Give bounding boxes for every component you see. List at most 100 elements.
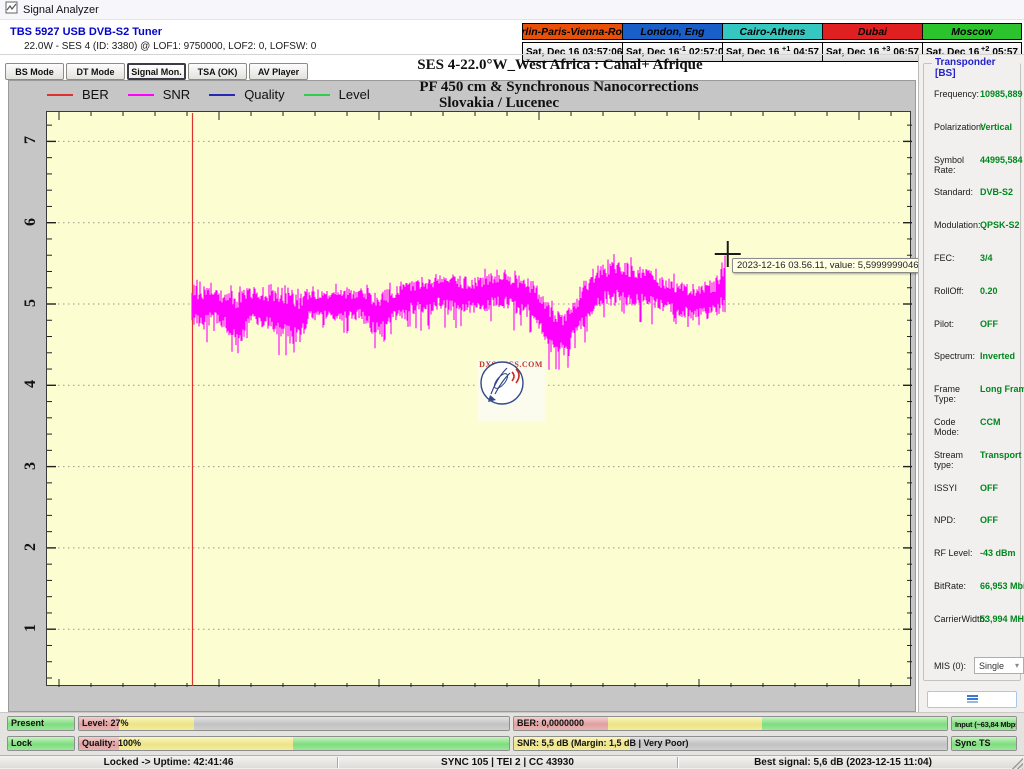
chart-container: PF 450 cm & Synchronous Nanocorrections … — [8, 80, 916, 712]
list-icon — [967, 695, 978, 705]
field-value: DVB-S2 — [980, 187, 1013, 201]
watermark-logo: DXSATCS.COM — [477, 360, 545, 422]
input-rate: Input (~63,84 Mbps) — [951, 716, 1017, 731]
mis-label: MIS (0): — [934, 661, 974, 671]
transponder-field-rolloff-: RollOff:0.20 — [934, 286, 1024, 300]
tab-dt-mode[interactable]: DT Mode — [66, 63, 125, 80]
quality-bar: Quality: 100% — [78, 736, 510, 751]
field-label: Polarization: — [934, 122, 980, 136]
chart-legend: BERSNRQualityLevel — [47, 87, 380, 102]
field-value: 0.20 — [980, 286, 998, 300]
status-sync-counters: SYNC 105 | TEI 2 | CC 43930 — [338, 756, 677, 769]
field-label: FEC: — [934, 253, 980, 267]
sync-ts-label: Sync TS — [955, 738, 991, 748]
snr-bar-label: SNR: 5,5 dB (Margin: 1,5 dB | Very Poor) — [517, 738, 689, 748]
tuner-details: 22.0W - SES 4 (ID: 3380) @ LOF1: 9750000… — [24, 41, 316, 52]
mis-dropdown[interactable]: Single ▾ — [974, 657, 1024, 674]
transponder-field-carrierwidth-: CarrierWidth:53,994 MHz — [934, 614, 1024, 628]
bar-segment-yellow — [119, 717, 194, 730]
lock-indicator: Lock — [7, 736, 75, 751]
field-label: CarrierWidth: — [934, 614, 980, 628]
field-value: QPSK-S2 — [980, 220, 1020, 234]
header-separator — [0, 54, 1024, 55]
transponder-field-issyi: ISSYIOFF — [934, 483, 1024, 497]
transponder-field-bitrate-: BitRate:66,953 Mbit/s — [934, 581, 1024, 595]
signal-bars-zone: Present Level: 27% BER: 0,0000000 Input (~6… — [0, 712, 1024, 755]
field-label: Code Mode: — [934, 417, 980, 431]
transponder-panel: Transponder [BS] Frequency:10985,889 MHz… — [918, 55, 1024, 712]
clock-3: Dubai Sat, Dec 16+306:57 — [822, 23, 922, 62]
field-value: Long Frame — [980, 384, 1024, 398]
bar-segment-green — [762, 717, 947, 730]
y-tick-label-3: 3 — [22, 457, 40, 475]
tab-av-player[interactable]: AV Player — [249, 63, 308, 80]
legend-label-ber: BER — [82, 87, 109, 102]
field-label: Pilot: — [934, 319, 980, 333]
app-icon — [5, 1, 18, 19]
status-bar: Locked -> Uptime: 42:41:46 SYNC 105 | TE… — [0, 755, 1024, 768]
bar-segment-gray — [194, 717, 509, 730]
legend-label-snr: SNR — [163, 87, 190, 102]
chevron-down-icon: ▾ — [1015, 661, 1019, 670]
mis-selected-value: Single — [979, 661, 1004, 671]
bar-segment-yellow — [608, 717, 762, 730]
plot-area[interactable]: DXSATCS.COM — [46, 111, 911, 686]
clock-city: Dubai — [822, 23, 922, 40]
tab-tsa-ok-[interactable]: TSA (OK) — [188, 63, 247, 80]
present-indicator-label: Present — [11, 718, 44, 728]
y-tick-label-2: 2 — [22, 538, 40, 556]
field-label: RF Level: — [934, 548, 980, 562]
field-value: OFF — [980, 319, 998, 333]
legend-label-level: Level — [339, 87, 370, 102]
level-bar-label: Level: 27% — [82, 718, 129, 728]
tab-signal-mon-[interactable]: Signal Mon. — [127, 63, 186, 80]
clock-time: Sat, Dec 16+306:57 — [822, 42, 922, 62]
transponder-field-spectrum-: Spectrum:Inverted — [934, 351, 1024, 365]
transponder-field-symbol-rate-: Symbol Rate:44995,584 KS/s — [934, 155, 1024, 169]
field-value: CCM — [980, 417, 1001, 431]
transponder-field-code-mode-: Code Mode:CCM — [934, 417, 1024, 431]
cursor-tooltip: 2023-12-16 03.56.11, value: 5,5999999046… — [732, 258, 945, 273]
legend-dash-ber — [47, 94, 73, 96]
field-label: BitRate: — [934, 581, 980, 595]
field-value: 66,953 Mbit/s — [980, 581, 1024, 595]
transponder-field-frame-type-: Frame Type:Long Frame — [934, 384, 1024, 398]
present-indicator: Present — [7, 716, 75, 731]
field-label: ISSYI — [934, 483, 980, 497]
clock-city: Moscow — [922, 23, 1022, 40]
y-tick-label-1: 1 — [22, 619, 40, 637]
snr-bar: SNR: 5,5 dB (Margin: 1,5 dB | Very Poor) — [513, 736, 948, 751]
transponder-groupbox: Transponder [BS] Frequency:10985,889 MHz… — [923, 63, 1021, 681]
legend-dash-quality — [209, 94, 235, 96]
field-label: Symbol Rate: — [934, 155, 980, 169]
resize-grip[interactable] — [1011, 757, 1023, 769]
y-tick-label-6: 6 — [22, 213, 40, 231]
field-value: OFF — [980, 483, 998, 497]
transponder-title: Transponder [BS] — [932, 57, 1020, 79]
input-rate-label: Input (~63,84 Mbps) — [955, 720, 1017, 729]
window-title: Signal Analyzer — [23, 4, 99, 16]
signal-analyzer-window: Signal Analyzer TBS 5927 USB DVB-S2 Tune… — [0, 0, 1024, 768]
mis-row: MIS (0): Single ▾ — [934, 657, 1024, 674]
y-tick-label-7: 7 — [22, 131, 40, 149]
status-uptime: Locked -> Uptime: 42:41:46 — [0, 756, 337, 769]
window-titlebar: Signal Analyzer — [0, 0, 1024, 20]
sync-ts: Sync TS — [951, 736, 1017, 751]
level-bar: Level: 27% — [78, 716, 510, 731]
tuner-name: TBS 5927 USB DVB-S2 Tuner — [10, 26, 162, 38]
tab-bs-mode[interactable]: BS Mode — [5, 63, 64, 80]
clock-city: Cairo-Athens — [722, 23, 822, 40]
field-value: 44995,584 KS/s — [980, 155, 1024, 169]
transport-stream-button[interactable] — [927, 691, 1017, 708]
transponder-field-modulation-: Modulation:QPSK-S2 — [934, 220, 1024, 234]
field-value: 3/4 — [980, 253, 993, 267]
bar-segment-yellow — [119, 737, 293, 750]
header: TBS 5927 USB DVB-S2 Tuner 22.0W - SES 4 … — [0, 20, 1024, 54]
field-label: Standard: — [934, 187, 980, 201]
field-value: 53,994 MHz — [980, 614, 1024, 628]
field-value: -43 dBm — [980, 548, 1016, 562]
y-tick-label-4: 4 — [22, 375, 40, 393]
legend-dash-snr — [128, 94, 154, 96]
ber-bar: BER: 0,0000000 — [513, 716, 948, 731]
field-label: RollOff: — [934, 286, 980, 300]
